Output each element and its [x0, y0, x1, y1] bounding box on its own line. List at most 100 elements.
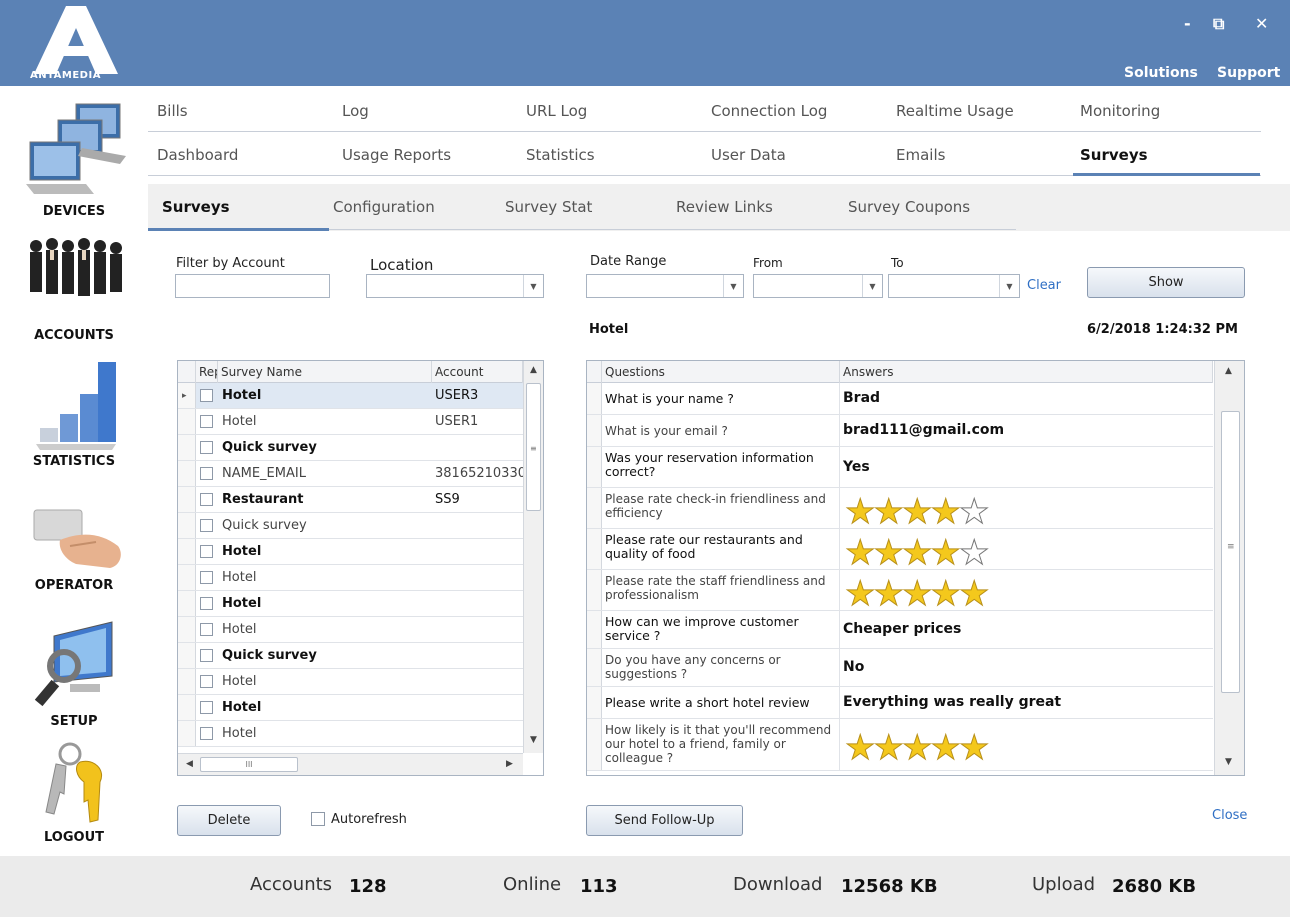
column-rep[interactable]: Rep — [196, 361, 218, 383]
scroll-up-arrow-icon[interactable]: ▲ — [530, 365, 537, 375]
table-row[interactable]: NAME_EMAIL 38165210330 — [178, 461, 523, 487]
sidebar-item-accounts[interactable]: ACCOUNTS — [0, 226, 148, 346]
row-indicator[interactable] — [178, 409, 196, 434]
table-row[interactable]: Hotel — [178, 539, 523, 565]
column-account[interactable]: Account — [432, 361, 523, 383]
hscroll-thumb[interactable]: III — [200, 757, 298, 772]
row-indicator[interactable] — [178, 669, 196, 694]
table-row[interactable]: Quick survey — [178, 643, 523, 669]
row-indicator[interactable] — [587, 570, 602, 610]
chevron-down-icon[interactable]: ▼ — [999, 275, 1019, 297]
date-range-select[interactable]: ▼ — [586, 274, 744, 298]
row-indicator[interactable] — [587, 447, 602, 487]
row-checkbox[interactable] — [200, 571, 213, 584]
clear-link[interactable]: Clear — [1027, 278, 1061, 293]
scroll-down-arrow-icon[interactable]: ▼ — [1225, 757, 1232, 767]
minimize-button[interactable]: - — [1184, 14, 1191, 33]
sidebar-item-setup[interactable]: SETUP — [0, 610, 148, 730]
row-indicator[interactable] — [178, 539, 196, 564]
table-row[interactable]: Quick survey — [178, 435, 523, 461]
row-indicator[interactable] — [587, 529, 602, 569]
row-indicator[interactable] — [178, 617, 196, 642]
subtab-review-links[interactable]: Review Links — [676, 198, 773, 216]
sidebar-item-logout[interactable]: LOGOUT — [0, 738, 148, 856]
table-row[interactable]: Hotel — [178, 721, 523, 747]
to-date-picker[interactable]: ▼ — [888, 274, 1020, 298]
delete-button[interactable]: Delete — [177, 805, 281, 836]
row-indicator[interactable] — [587, 687, 602, 718]
chevron-down-icon[interactable]: ▼ — [862, 275, 882, 297]
table-row[interactable]: Hotel — [178, 591, 523, 617]
row-indicator[interactable] — [587, 719, 602, 770]
column-questions[interactable]: Questions — [602, 361, 840, 383]
tab-log[interactable]: Log — [342, 102, 369, 120]
filter-account-input[interactable] — [175, 274, 330, 298]
from-date-picker[interactable]: ▼ — [753, 274, 883, 298]
tab-statistics[interactable]: Statistics — [526, 146, 595, 164]
chevron-down-icon[interactable]: ▼ — [523, 275, 543, 297]
restore-button[interactable]: ⧉ — [1213, 14, 1224, 34]
support-link[interactable]: Support — [1217, 65, 1280, 81]
row-indicator[interactable] — [178, 461, 196, 486]
table-row[interactable]: Restaurant SS9 — [178, 487, 523, 513]
tab-surveys[interactable]: Surveys — [1080, 146, 1148, 164]
table-row[interactable]: ▸ Hotel USER3 — [178, 383, 523, 409]
table-row[interactable]: Hotel — [178, 669, 523, 695]
column-answers[interactable]: Answers — [840, 361, 1213, 383]
row-indicator[interactable] — [587, 649, 602, 686]
table-row[interactable]: Hotel — [178, 695, 523, 721]
subtab-survey-stat[interactable]: Survey Stat — [505, 198, 592, 216]
row-indicator[interactable] — [178, 435, 196, 460]
row-indicator[interactable] — [587, 415, 602, 446]
chevron-down-icon[interactable]: ▼ — [723, 275, 743, 297]
tab-connection-log[interactable]: Connection Log — [711, 102, 827, 120]
row-checkbox[interactable] — [200, 701, 213, 714]
tab-emails[interactable]: Emails — [896, 146, 945, 164]
row-checkbox[interactable] — [200, 467, 213, 480]
sidebar-item-devices[interactable]: DEVICES — [0, 86, 148, 220]
subtab-survey-coupons[interactable]: Survey Coupons — [848, 198, 970, 216]
show-button[interactable]: Show — [1087, 267, 1245, 298]
row-checkbox[interactable] — [200, 675, 213, 688]
scroll-right-arrow-icon[interactable]: ▶ — [506, 759, 513, 769]
row-indicator[interactable] — [178, 565, 196, 590]
row-checkbox[interactable] — [200, 623, 213, 636]
scroll-thumb[interactable]: ≡ — [1221, 411, 1240, 693]
table-row[interactable]: Hotel — [178, 617, 523, 643]
answers-vscroll[interactable]: ▲ ≡ ▼ — [1214, 361, 1244, 775]
row-indicator[interactable] — [178, 721, 196, 746]
tab-user-data[interactable]: User Data — [711, 146, 786, 164]
scroll-down-arrow-icon[interactable]: ▼ — [530, 735, 537, 745]
tab-monitoring[interactable]: Monitoring — [1080, 102, 1160, 120]
row-checkbox[interactable] — [200, 441, 213, 454]
row-indicator[interactable] — [587, 611, 602, 648]
send-follow-up-button[interactable]: Send Follow-Up — [586, 805, 743, 836]
scroll-left-arrow-icon[interactable]: ◀ — [186, 759, 193, 769]
row-indicator[interactable]: ▸ — [178, 383, 196, 408]
row-indicator[interactable] — [587, 488, 602, 528]
column-survey-name[interactable]: Survey Name — [218, 361, 432, 383]
survey-list-hscroll[interactable]: ◀ III ▶ — [178, 753, 523, 775]
solutions-link[interactable]: Solutions — [1124, 65, 1198, 81]
autorefresh-checkbox[interactable] — [311, 812, 325, 826]
row-indicator[interactable] — [178, 513, 196, 538]
sidebar-item-operator[interactable]: OPERATOR — [0, 482, 148, 602]
table-row[interactable]: Hotel — [178, 565, 523, 591]
row-checkbox[interactable] — [200, 389, 213, 402]
scroll-thumb[interactable]: ≡ — [526, 383, 541, 511]
row-checkbox[interactable] — [200, 649, 213, 662]
close-window-button[interactable]: ✕ — [1255, 14, 1268, 33]
table-row[interactable]: Hotel USER1 — [178, 409, 523, 435]
table-row[interactable]: Quick survey — [178, 513, 523, 539]
scroll-up-arrow-icon[interactable]: ▲ — [1225, 366, 1232, 376]
row-indicator[interactable] — [178, 487, 196, 512]
row-indicator[interactable] — [178, 643, 196, 668]
row-checkbox[interactable] — [200, 493, 213, 506]
close-link[interactable]: Close — [1212, 808, 1247, 823]
row-indicator[interactable] — [178, 695, 196, 720]
sidebar-item-statistics[interactable]: STATISTICS — [0, 354, 148, 474]
tab-dashboard[interactable]: Dashboard — [157, 146, 238, 164]
tab-url-log[interactable]: URL Log — [526, 102, 587, 120]
tab-realtime-usage[interactable]: Realtime Usage — [896, 102, 1014, 120]
row-checkbox[interactable] — [200, 597, 213, 610]
